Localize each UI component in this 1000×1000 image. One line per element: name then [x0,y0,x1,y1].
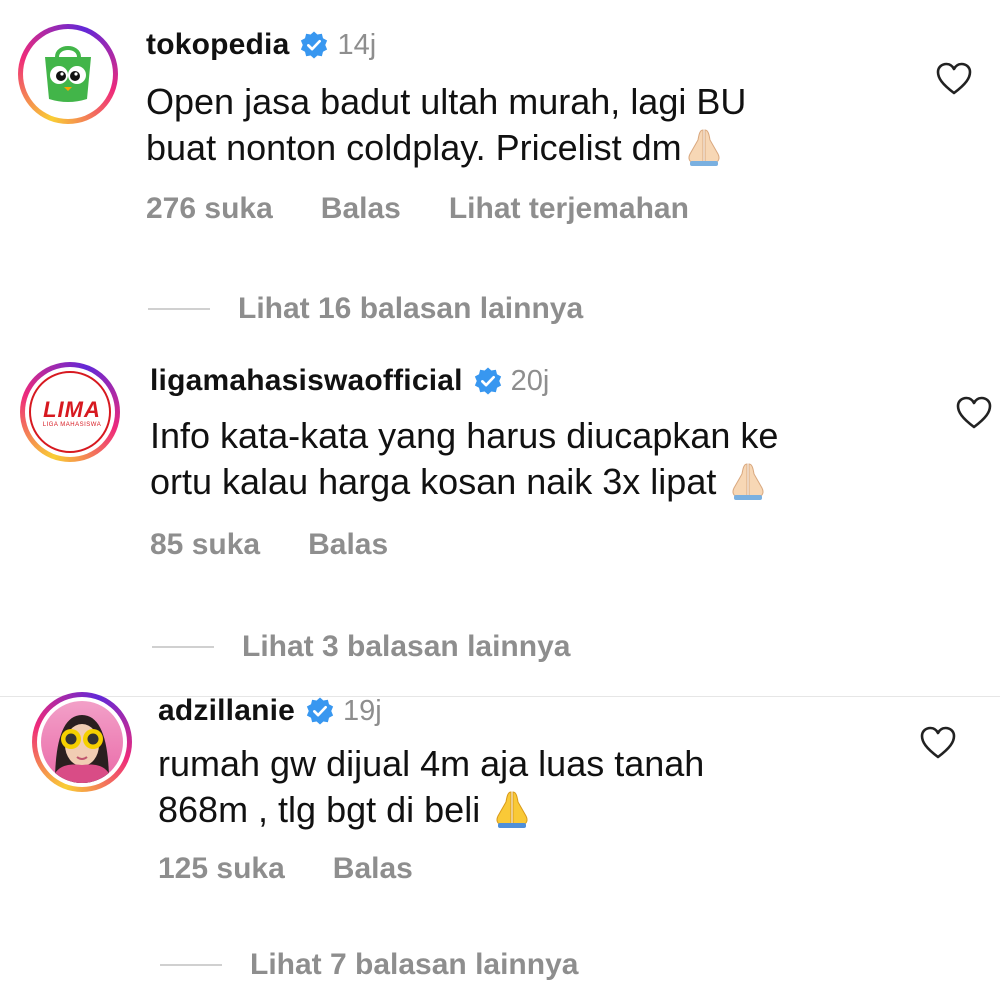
avatar-ligamahasiswa[interactable]: LIMA LIGA MAHASISWA [20,362,120,462]
view-replies-label[interactable]: Lihat 16 balasan lainnya [238,292,583,326]
likes-count[interactable]: 125 suka [158,852,285,886]
section-divider [0,696,1000,697]
avatar-tokopedia[interactable] [18,24,118,124]
comment-actions: 276 suka Balas Lihat terjemahan [146,192,737,226]
heart-icon[interactable] [956,396,992,430]
see-translation-button[interactable]: Lihat terjemahan [449,192,689,226]
username[interactable]: ligamahasiswaofficial [150,364,463,398]
comment-text: Info kata-kata yang harus diucapkan ke o… [150,414,778,504]
pray-hands-emoji [688,129,720,166]
heart-icon[interactable] [920,726,956,760]
tokopedia-logo-icon [45,46,91,102]
replies-line [148,308,210,310]
comment-text: Open jasa badut ultah murah, lagi BU bua… [146,80,746,170]
comment-time: 14j [337,28,377,61]
heart-icon[interactable] [936,62,972,96]
profile-photo-image [51,715,113,783]
lima-logo: LIMA LIGA MAHASISWA [37,399,107,429]
reply-button[interactable]: Balas [308,528,388,562]
verified-badge-icon [474,367,501,395]
view-replies-label[interactable]: Lihat 7 balasan lainnya [250,948,578,982]
verified-badge-icon [301,31,328,59]
replies-line [152,646,214,648]
likes-count[interactable]: 85 suka [150,528,260,562]
reply-button[interactable]: Balas [333,852,413,886]
likes-count[interactable]: 276 suka [146,192,273,226]
comment-text-line: Open jasa badut ultah murah, lagi BU [146,81,747,122]
replies-line [160,964,222,966]
comment-time: 20j [510,364,550,397]
lima-logo-subtext: LIGA MAHASISWA [42,422,102,428]
pray-hands-emoji [496,791,528,828]
comment-time: 19j [343,694,382,727]
view-replies-button[interactable]: Lihat 3 balasan lainnya [152,630,570,664]
username[interactable]: adzillanie [158,694,295,728]
comment-actions: 125 suka Balas [158,852,461,886]
comment-header: ligamahasiswaofficial 20j [150,364,549,398]
comment-text-line: 868m , tlg bgt di beli [158,789,481,830]
view-replies-label[interactable]: Lihat 3 balasan lainnya [242,630,570,664]
username[interactable]: tokopedia [146,28,289,62]
comment-text-line: rumah gw dijual 4m aja luas tanah [158,743,705,784]
lima-logo-text: LIMA [43,397,101,422]
comment-text-line: ortu kalau harga kosan naik 3x lipat [150,461,717,502]
pray-hands-emoji [732,463,764,500]
comment-text-line: Info kata-kata yang harus diucapkan ke [150,415,779,456]
comment-actions: 85 suka Balas [150,528,436,562]
view-replies-button[interactable]: Lihat 7 balasan lainnya [160,948,578,982]
comment-text: rumah gw dijual 4m aja luas tanah 868m ,… [158,742,704,832]
comment-header: tokopedia 14j [146,28,376,62]
comment-text-line: buat nonton coldplay. Pricelist dm [146,127,682,168]
view-replies-button[interactable]: Lihat 16 balasan lainnya [148,292,583,326]
avatar-adzillanie[interactable] [32,692,132,792]
comment-header: adzillanie 19j [158,694,382,728]
reply-button[interactable]: Balas [321,192,401,226]
verified-badge-icon [306,697,334,725]
